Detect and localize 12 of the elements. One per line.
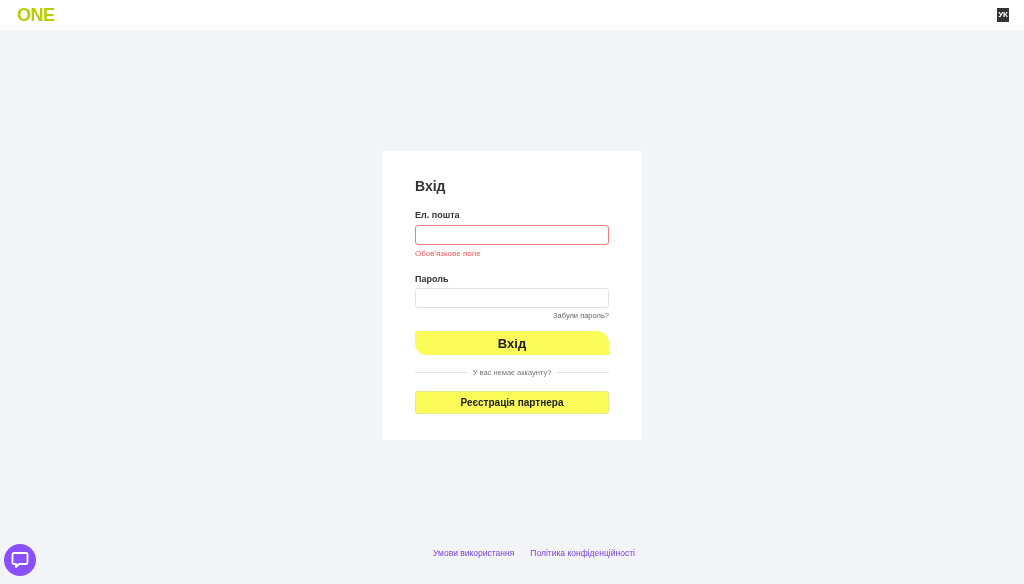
register-button[interactable]: Реєстрація партнера [415,390,609,414]
form-title: Вхід [415,177,447,196]
footer-link[interactable]: Умови використання [433,547,515,560]
field-label: Пароль [415,272,450,286]
language-button[interactable]: УК [997,8,1009,22]
chat-button[interactable] [4,544,36,576]
login-button[interactable]: Вхід [415,331,609,356]
footer-link[interactable]: Політика конфіденційності [530,547,635,560]
chat-icon [11,551,29,569]
error-message: Обов'язкове поле [415,247,482,260]
field-label: Ел. пошта [415,209,461,222]
input-field[interactable] [415,224,609,245]
